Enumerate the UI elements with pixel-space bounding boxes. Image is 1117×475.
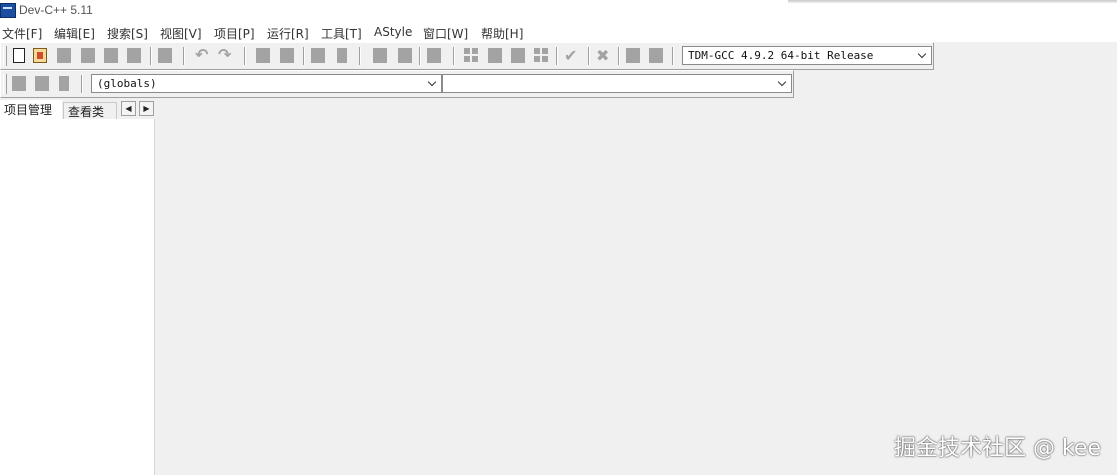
toolbar-grip[interactable]: [3, 74, 7, 94]
project-tree[interactable]: [0, 119, 155, 475]
compiler-select-value: TDM-GCC 4.9.2 64-bit Release: [688, 49, 874, 62]
chevron-down-icon[interactable]: [915, 47, 931, 64]
member-select[interactable]: [442, 74, 792, 93]
rebuild-all-icon[interactable]: [534, 48, 549, 63]
menu-project[interactable]: 项目[P]: [214, 25, 255, 42]
undo-icon[interactable]: ↶: [195, 47, 209, 63]
scope-select[interactable]: (globals): [91, 74, 442, 93]
toggle-bookmark-icon[interactable]: [35, 76, 49, 91]
left-panel: 项目管理 查看类 ◀ ▶: [0, 98, 155, 475]
tab-scroll-left-icon[interactable]: ◀: [121, 101, 136, 116]
window-edge-shadow: [788, 0, 1117, 3]
unindent-icon[interactable]: [398, 48, 412, 63]
open-file-icon[interactable]: [33, 48, 47, 63]
main-toolbar: ↶ ↷ ✔ ✖ TDM-GCC 4.9.2 64-bit Release: [0, 42, 934, 70]
toolbar-grip[interactable]: [3, 46, 7, 66]
indent-icon[interactable]: [373, 48, 387, 63]
toolbar-separator: [419, 47, 421, 65]
toolbar-separator: [183, 47, 185, 65]
syntax-check-icon[interactable]: ✔: [564, 48, 578, 64]
replace-icon[interactable]: [280, 48, 294, 63]
compile-run-icon[interactable]: [511, 48, 525, 63]
toolbar-separator: [244, 47, 246, 65]
toolbar-separator: [359, 47, 361, 65]
toolbar-separator: [672, 47, 674, 65]
toolbar-separator: [618, 47, 620, 65]
save-icon[interactable]: [57, 48, 71, 63]
tab-label: 查看类: [68, 105, 105, 119]
toggle-comment-icon[interactable]: [427, 48, 441, 63]
save-all-icon[interactable]: [81, 48, 95, 63]
menu-astyle[interactable]: AStyle: [374, 25, 412, 39]
menu-window[interactable]: 窗口[W]: [423, 25, 468, 42]
toolbar-separator: [81, 75, 83, 93]
tab-class-browser[interactable]: 查看类: [63, 102, 117, 120]
scope-select-value: (globals): [97, 77, 157, 90]
editor-area[interactable]: [155, 98, 1117, 475]
find-next-icon[interactable]: [311, 48, 325, 63]
goto-line-icon[interactable]: [337, 48, 347, 63]
menu-view[interactable]: 视图[V]: [160, 25, 202, 42]
close-file-icon[interactable]: [104, 48, 118, 63]
menu-file[interactable]: 文件[F]: [2, 25, 42, 42]
toolbar-separator: [303, 47, 305, 65]
tab-project-manager[interactable]: 项目管理: [0, 100, 62, 119]
toolbar-separator: [150, 47, 152, 65]
tab-scroll-right-icon[interactable]: ▶: [139, 101, 154, 116]
debug-icon[interactable]: [649, 48, 663, 63]
insert-icon[interactable]: [12, 76, 26, 91]
window-title: Dev-C++ 5.11: [19, 3, 93, 17]
toolbar-separator: [453, 47, 455, 65]
compiler-select[interactable]: TDM-GCC 4.9.2 64-bit Release: [682, 46, 932, 65]
devcpp-icon[interactable]: [0, 3, 16, 18]
tab-label: 项目管理: [4, 103, 53, 117]
class-toolbar: (globals): [0, 70, 794, 98]
new-file-icon[interactable]: [13, 48, 25, 63]
goto-bookmark-icon[interactable]: [59, 76, 69, 91]
toolbar-separator: [588, 47, 590, 65]
stop-icon[interactable]: ✖: [596, 48, 610, 64]
chevron-down-icon[interactable]: [425, 75, 441, 92]
menu-tools[interactable]: 工具[T]: [321, 25, 362, 42]
menu-edit[interactable]: 编辑[E]: [54, 25, 95, 42]
menu-run[interactable]: 运行[R]: [267, 25, 309, 42]
menu-bar: 文件[F] 编辑[E] 搜索[S] 视图[V] 项目[P] 运行[R] 工具[T…: [0, 22, 1117, 42]
run-icon[interactable]: [488, 48, 502, 63]
title-bar: Dev-C++ 5.11: [0, 0, 1117, 22]
menu-search[interactable]: 搜索[S]: [107, 25, 148, 42]
chevron-down-icon[interactable]: [775, 75, 791, 92]
profile-icon[interactable]: [626, 48, 640, 63]
close-all-icon[interactable]: [127, 48, 141, 63]
menu-help[interactable]: 帮助[H]: [481, 25, 523, 42]
toolbar-separator: [556, 47, 558, 65]
redo-icon[interactable]: ↷: [218, 47, 232, 63]
find-icon[interactable]: [256, 48, 270, 63]
watermark: 掘金技术社区 @ kee: [893, 436, 1101, 461]
compile-icon[interactable]: [464, 48, 479, 63]
print-icon[interactable]: [158, 48, 172, 63]
